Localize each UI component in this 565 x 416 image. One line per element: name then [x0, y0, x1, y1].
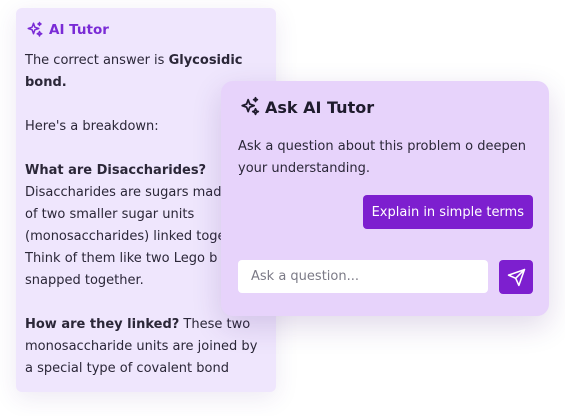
section-line: These two	[179, 317, 251, 332]
ai-tutor-title: AI Tutor	[49, 22, 109, 38]
ask-question-input[interactable]	[238, 260, 488, 293]
description-line: Ask a question about this problem o deep…	[238, 139, 526, 154]
explain-simple-terms-button[interactable]: Explain in simple terms	[362, 195, 533, 229]
section-heading-linked: How are they linked?	[25, 317, 180, 332]
section-line: a special type of covalent bond	[25, 361, 229, 376]
answer-intro-text: The correct answer is	[25, 53, 169, 68]
description-line: your understanding.	[238, 161, 370, 176]
ask-ai-tutor-header: Ask AI Tutor	[239, 96, 374, 118]
sparkles-icon	[26, 21, 44, 39]
ask-ai-tutor-description: Ask a question about this problem o deep…	[238, 136, 538, 180]
ask-ai-tutor-panel: Ask AI Tutor Ask a question about this p…	[221, 81, 549, 316]
sparkles-icon	[239, 96, 261, 118]
send-button[interactable]	[499, 260, 533, 294]
ai-tutor-header: AI Tutor	[26, 21, 109, 39]
section-line: monosaccharide units are joined by	[25, 339, 258, 354]
send-icon	[507, 268, 526, 287]
ask-ai-tutor-title: Ask AI Tutor	[265, 97, 375, 117]
section-linking: How are they linked? These two	[25, 314, 275, 336]
